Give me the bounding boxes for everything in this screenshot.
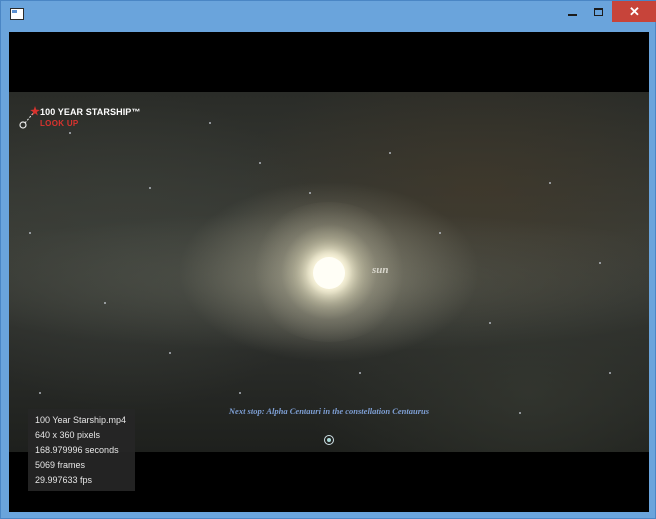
star	[389, 152, 391, 154]
star	[549, 182, 551, 184]
star	[209, 122, 211, 124]
info-fps: 29.997633 fps	[35, 475, 93, 485]
star	[439, 232, 441, 234]
player-window: ✕ 100 YEAR STARSHIP™ LOOK UP sun Next st…	[0, 0, 656, 519]
minimize-button[interactable]	[559, 1, 585, 22]
playback-indicator-icon[interactable]	[324, 435, 334, 445]
star	[69, 132, 71, 134]
star	[104, 302, 106, 304]
info-resolution: 640 x 360 pixels	[35, 430, 101, 440]
media-info-panel: 100 Year Starship.mp4 640 x 360 pixels 1…	[28, 409, 135, 491]
star	[609, 372, 611, 374]
video-viewport[interactable]: 100 YEAR STARSHIP™ LOOK UP sun Next stop…	[9, 32, 649, 512]
maximize-icon	[593, 7, 603, 16]
sun	[313, 257, 345, 289]
starship-logo-icon	[19, 106, 40, 129]
minimize-icon	[567, 13, 577, 16]
star	[599, 262, 601, 264]
star	[359, 372, 361, 374]
star	[39, 392, 41, 394]
info-filename: 100 Year Starship.mp4	[35, 415, 127, 425]
star	[259, 162, 261, 164]
close-icon: ✕	[629, 3, 640, 19]
star	[169, 352, 171, 354]
star	[29, 232, 31, 234]
star	[239, 392, 241, 394]
close-button[interactable]: ✕	[612, 1, 656, 22]
star	[489, 322, 491, 324]
star	[149, 187, 151, 189]
starship-logo: 100 YEAR STARSHIP™ LOOK UP	[18, 102, 141, 132]
logo-title: 100 YEAR STARSHIP™	[40, 107, 141, 117]
maximize-button[interactable]	[585, 1, 611, 22]
video-frame[interactable]: 100 YEAR STARSHIP™ LOOK UP sun Next stop…	[9, 92, 649, 452]
title-bar[interactable]: ✕	[1, 1, 656, 31]
info-frames: 5069 frames	[35, 460, 86, 470]
info-duration: 168.979996 seconds	[35, 445, 119, 455]
star	[309, 192, 311, 194]
sun-label: sun	[372, 264, 389, 276]
logo-subtitle: LOOK UP	[40, 119, 79, 128]
app-window-icon[interactable]	[10, 8, 24, 20]
